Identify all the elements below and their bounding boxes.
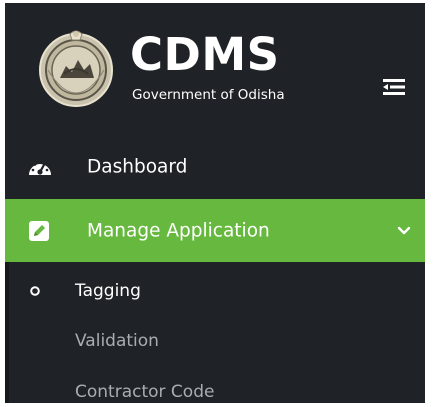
sidebar-header: CDMS Government of Odisha [5, 3, 425, 138]
brand-title: CDMS [130, 28, 280, 81]
manage-application-submenu: Tagging Validation Contractor Code [5, 262, 425, 403]
submenu-item-contractor-code[interactable]: Contractor Code [5, 367, 425, 403]
edit-icon [29, 220, 49, 241]
submenu-item-tagging[interactable]: Tagging [5, 266, 425, 316]
submenu-item-validation-label: Validation [75, 331, 159, 351]
sidebar-item-manage-application-label: Manage Application [87, 220, 270, 241]
odisha-emblem-logo [39, 30, 113, 107]
submenu-item-tagging-label: Tagging [75, 281, 141, 301]
circle-bullet-icon [30, 286, 40, 296]
chevron-down-icon[interactable] [397, 226, 411, 236]
sidebar-toggle-icon[interactable] [383, 79, 405, 95]
brand-subtitle: Government of Odisha [132, 87, 285, 103]
sidebar: CDMS Government of Odisha Dashboard Mana… [5, 3, 425, 403]
submenu-item-validation[interactable]: Validation [5, 316, 425, 366]
sidebar-item-dashboard[interactable]: Dashboard [5, 139, 425, 194]
speedometer-icon [29, 160, 51, 175]
sidebar-item-dashboard-label: Dashboard [87, 156, 188, 177]
sidebar-item-manage-application[interactable]: Manage Application [5, 199, 425, 262]
submenu-item-contractor-code-label: Contractor Code [75, 382, 215, 402]
